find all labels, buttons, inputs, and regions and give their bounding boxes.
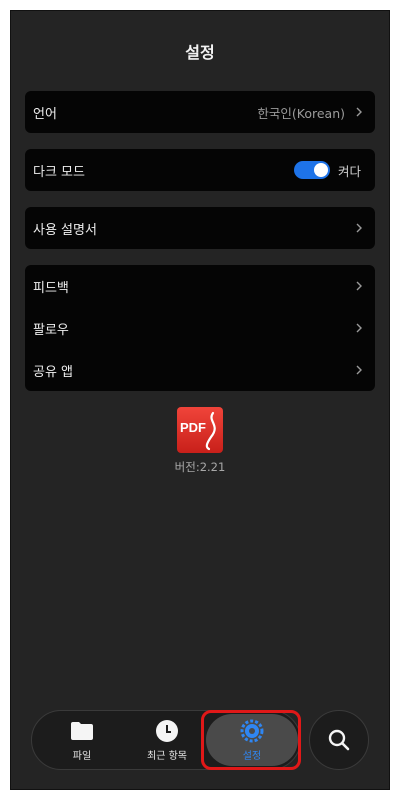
share-label: 공유 앱 (33, 364, 74, 380)
search-button[interactable] (309, 710, 369, 770)
version-text: 버전:2.21 (174, 460, 226, 474)
dark-mode-label: 다크 모드 (33, 164, 85, 180)
chevron-right-icon (353, 106, 365, 118)
manual-card: 사용 설명서 (25, 207, 375, 249)
tab-settings[interactable]: 설정 (206, 714, 298, 766)
language-label: 언어 (33, 106, 57, 122)
dark-mode-state: 켜다 (337, 163, 361, 179)
language-card: 언어 한국인(Korean) (25, 91, 375, 133)
tab-recent[interactable]: 최근 항목 (123, 711, 211, 769)
pen-signature-icon (205, 411, 216, 451)
folder-icon (70, 719, 94, 743)
share-row[interactable]: 공유 앱 (25, 349, 375, 391)
clock-icon (155, 719, 179, 743)
dark-mode-toggle[interactable] (293, 161, 330, 179)
app-screen: 설정 언어 한국인(Korean) 다크 모드 켜다 사용 설명서 피드백 팔로… (10, 10, 390, 790)
feedback-row[interactable]: 피드백 (25, 265, 375, 307)
misc-card: 피드백 팔로우 공유 앱 (25, 265, 375, 391)
manual-row[interactable]: 사용 설명서 (25, 207, 375, 249)
follow-row[interactable]: 팔로우 (25, 307, 375, 349)
chevron-right-icon (353, 364, 365, 376)
dark-mode-row: 다크 모드 켜다 (25, 149, 375, 191)
chevron-right-icon (353, 322, 365, 334)
follow-label: 팔로우 (33, 322, 69, 338)
tab-settings-label: 설정 (242, 750, 262, 762)
feedback-label: 피드백 (33, 280, 69, 296)
manual-label: 사용 설명서 (33, 222, 97, 238)
language-row[interactable]: 언어 한국인(Korean) (25, 91, 375, 133)
gear-icon (240, 719, 264, 743)
toggle-knob (313, 163, 328, 177)
tab-files[interactable]: 파일 (38, 711, 126, 769)
search-icon (328, 729, 350, 751)
chevron-right-icon (353, 222, 365, 234)
dark-mode-card: 다크 모드 켜다 (25, 149, 375, 191)
page-title: 설정 (185, 43, 215, 62)
chevron-right-icon (353, 280, 365, 292)
bottom-nav: 파일 최근 항목 설정 (31, 710, 301, 770)
tab-recent-label: 최근 항목 (147, 750, 187, 762)
app-logo: PDF (177, 407, 223, 453)
tab-files-label: 파일 (72, 750, 92, 762)
language-value: 한국인(Korean) (257, 105, 345, 121)
